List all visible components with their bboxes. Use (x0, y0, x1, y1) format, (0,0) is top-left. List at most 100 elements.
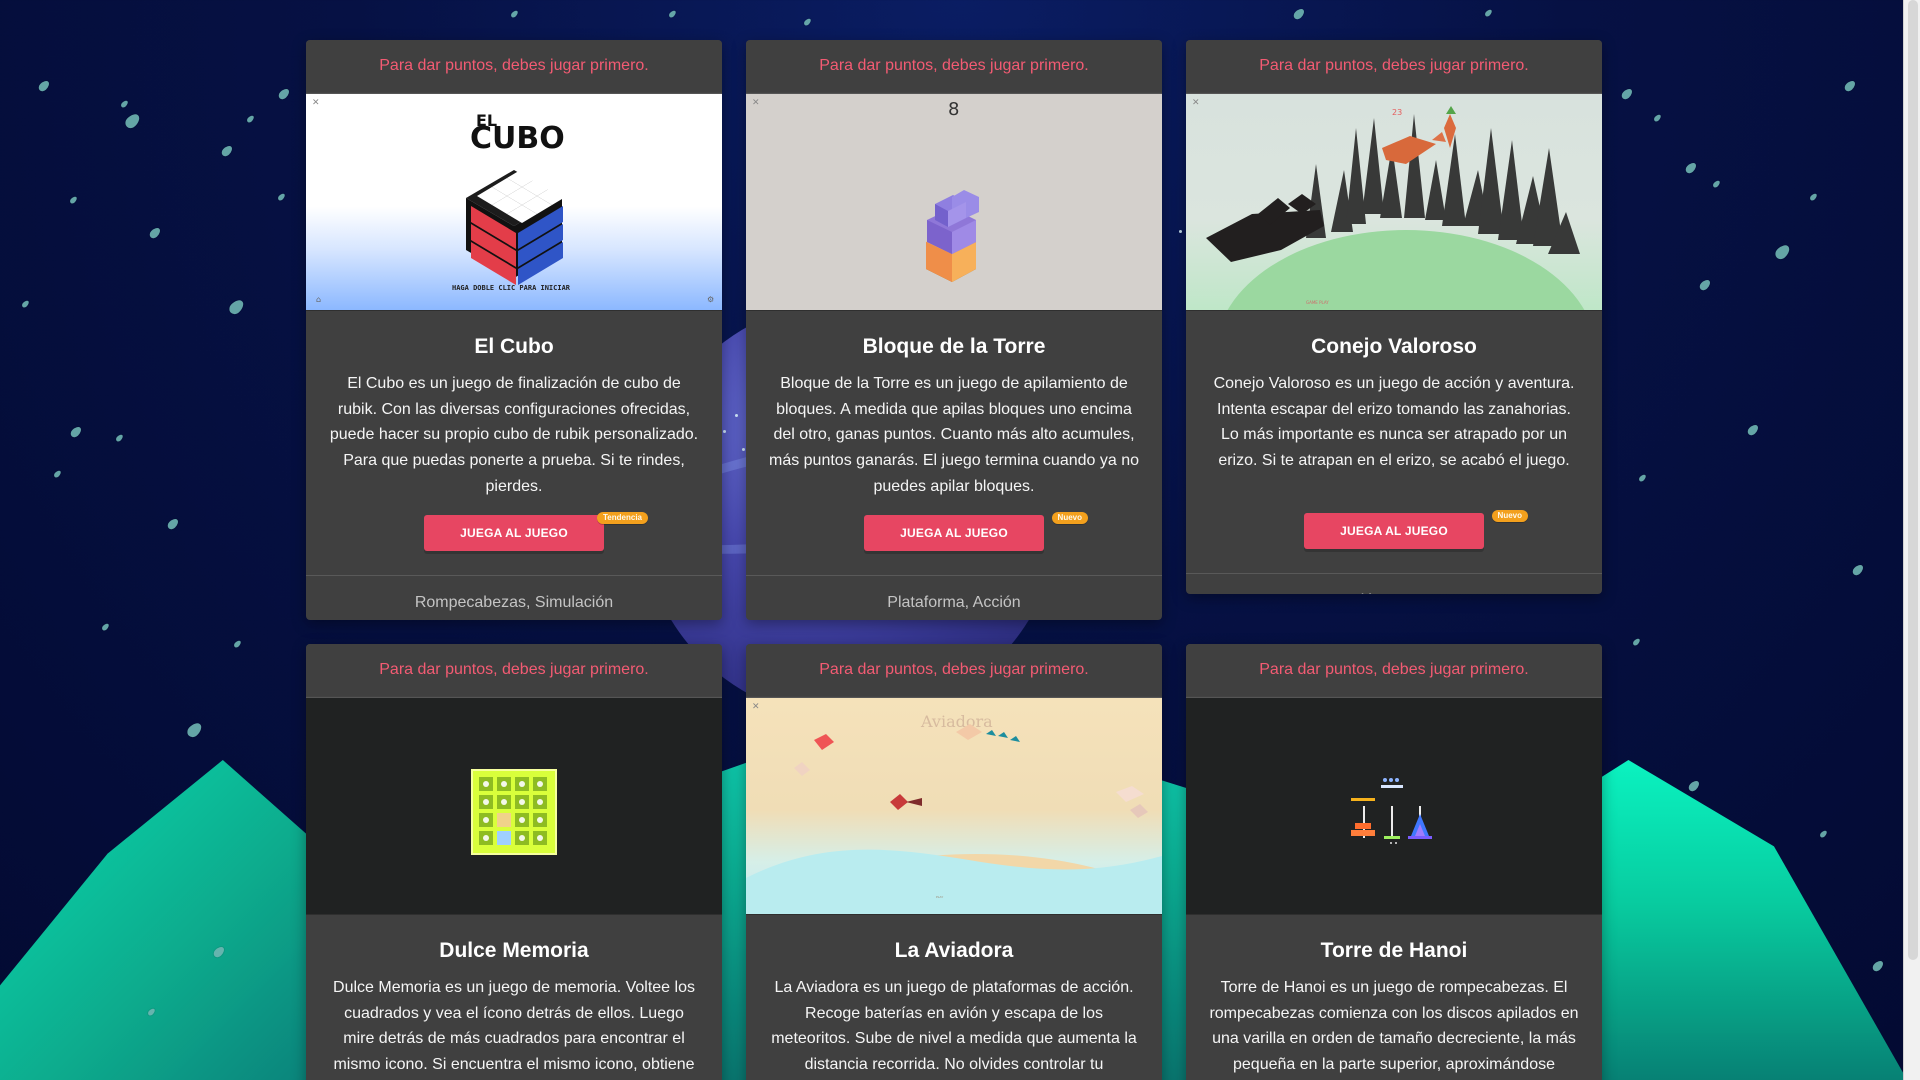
raindrop-graphic (245, 114, 256, 124)
raindrop-graphic (509, 9, 520, 19)
game-description: La Aviadora es un juego de plataformas d… (771, 979, 1137, 1073)
tower-preview-frame: 8 (746, 94, 1162, 310)
raindrop-graphic (146, 1007, 157, 1017)
game-card-bloque-de-la-torre: Para dar puntos, debes jugar primero. ✕ … (746, 40, 1162, 620)
game-card-dulce-memoria: Para dar puntos, debes jugar primero. Du… (306, 644, 722, 1080)
game-preview[interactable]: ✕ 23 GAME PLAY (1186, 93, 1602, 311)
new-badge: Nuevo (1491, 510, 1528, 523)
raindrop-graphic (219, 143, 235, 159)
game-card-la-aviadora: Para dar puntos, debes jugar primero. ✕ … (746, 644, 1162, 1080)
raindrop-graphic (211, 944, 227, 960)
raindrop-graphic (1652, 113, 1663, 123)
card-body: Torre de Hanoi Torre de Hanoi es un jueg… (1186, 915, 1602, 1080)
raindrop-graphic (1842, 78, 1858, 94)
game-tags: Plataforma, Acción (746, 575, 1162, 620)
tower-preview-graphic: 8 (926, 99, 979, 282)
game-card-torre-de-hanoi: Para dar puntos, debes jugar primero. To… (1186, 644, 1602, 1080)
new-badge: Nuevo (1051, 512, 1088, 525)
raindrop-graphic (165, 516, 181, 532)
card-body: Bloque de la Torre Bloque de la Torre es… (746, 311, 1162, 575)
raindrop-graphic (52, 469, 63, 479)
preview-score: 23 (1392, 108, 1402, 117)
preview-logo: Aviadora (920, 712, 993, 731)
card-body: Conejo Valoroso Conejo Valoroso es un ju… (1186, 311, 1602, 573)
game-tags: Acción, Aventura (1186, 573, 1602, 594)
plane-preview-frame: Aviadora PLAY (746, 698, 1162, 914)
game-description: Conejo Valoroso es un juego de acción y … (1213, 375, 1575, 469)
raindrop-graphic (1711, 179, 1722, 189)
game-title: Torre de Hanoi (1320, 939, 1468, 962)
raindrop-graphic (122, 111, 143, 131)
game-preview[interactable]: ✕ Aviadora PLAY (746, 697, 1162, 915)
preview-heading-large: CUBO (470, 121, 565, 156)
raindrop-graphic (68, 195, 79, 205)
raindrop-graphic (1870, 958, 1886, 974)
game-tags: Rompecabezas, Simulación (306, 575, 722, 620)
raindrop-graphic (276, 192, 287, 202)
raindrop-graphic (119, 99, 130, 109)
raindrop-graphic (1637, 473, 1648, 483)
raindrop-graphic (1850, 562, 1866, 578)
game-title: El Cubo (474, 335, 554, 358)
raindrop-graphic (1686, 778, 1702, 794)
cube-preview-graphic: EL CUBO HAGA DOBLE CLIC PARA INICIAR ⌂ ⚙ (316, 111, 714, 304)
points-notice: Para dar puntos, debes jugar primero. (746, 644, 1162, 697)
raindrop-graphic (226, 297, 247, 317)
points-notice: Para dar puntos, debes jugar primero. (306, 40, 722, 93)
raindrop-graphic (68, 424, 84, 440)
trophy-icon: ⌂ (316, 295, 321, 304)
game-description: Bloque de la Torre es un juego de apilam… (768, 375, 1139, 495)
play-button[interactable]: JUEGA AL JUEGO (1304, 513, 1484, 550)
game-description: El Cubo es un juego de finalización de c… (329, 375, 699, 495)
page-scrollbar-track[interactable] (1903, 0, 1920, 1080)
raindrop-graphic (1808, 192, 1819, 202)
trending-badge: Tendencia (597, 512, 648, 525)
hanoi-preview-graphic (1351, 778, 1432, 844)
preview-footer-text: HAGA DOBLE CLIC PARA INICIAR (452, 284, 571, 292)
card-body: El Cubo El Cubo es un juego de finalizac… (306, 311, 722, 575)
preview-score: 8 (948, 99, 959, 120)
points-notice: Para dar puntos, debes jugar primero. (1186, 40, 1602, 93)
memory-preview-graphic (471, 769, 557, 855)
raindrop-graphic (1697, 277, 1713, 293)
raindrop-graphic (1483, 8, 1494, 18)
game-description: Torre de Hanoi es un juego de rompecabez… (1209, 979, 1579, 1073)
game-description: Dulce Memoria es un juego de memoria. Vo… (333, 979, 695, 1073)
raindrop-graphic (1818, 829, 1829, 839)
game-preview[interactable] (306, 697, 722, 915)
sparkle-graphic (742, 448, 745, 451)
raindrop-graphic (1745, 422, 1761, 438)
game-title: La Aviadora (894, 939, 1014, 962)
play-button[interactable]: JUEGA AL JUEGO (424, 515, 604, 552)
play-button-wrap: JUEGA AL JUEGO Nuevo (1304, 510, 1528, 550)
raindrop-graphic (802, 17, 813, 27)
hanoi-preview-frame (1186, 698, 1602, 914)
raindrop-graphic (232, 639, 243, 649)
play-button[interactable]: JUEGA AL JUEGO (864, 515, 1044, 552)
sparkle-graphic (735, 414, 738, 417)
svg-text:PLAY: PLAY (936, 895, 943, 899)
raindrop-graphic (36, 78, 52, 94)
memory-preview-frame (306, 698, 722, 914)
raindrop-graphic (114, 433, 125, 443)
raindrop-graphic (1291, 6, 1307, 22)
game-preview[interactable]: ✕ EL CUBO HAGA DOBLE CLIC PARA INICIAR ⌂… (306, 93, 722, 311)
bunny-preview-graphic: 23 GAME PLAY (1206, 106, 1585, 310)
points-notice: Para dar puntos, debes jugar primero. (1186, 644, 1602, 697)
raindrop-graphic (147, 225, 163, 241)
game-preview[interactable]: ✕ 8 (746, 93, 1162, 311)
page-scrollbar-thumb[interactable] (1908, 0, 1918, 960)
points-notice: Para dar puntos, debes jugar primero. (746, 40, 1162, 93)
game-title: Conejo Valoroso (1311, 335, 1477, 358)
raindrop-graphic (100, 622, 111, 632)
raindrop-graphic (276, 86, 292, 102)
card-body: Dulce Memoria Dulce Memoria es un juego … (306, 915, 722, 1080)
game-preview[interactable] (1186, 697, 1602, 915)
raindrop-graphic (1631, 637, 1642, 647)
play-button-wrap: JUEGA AL JUEGO Nuevo (864, 512, 1088, 552)
game-title: Bloque de la Torre (862, 335, 1046, 358)
raindrop-graphic (1619, 86, 1635, 102)
play-button-wrap: JUEGA AL JUEGO Tendencia (424, 512, 648, 552)
points-notice: Para dar puntos, debes jugar primero. (306, 644, 722, 697)
raindrop-graphic (184, 720, 205, 740)
